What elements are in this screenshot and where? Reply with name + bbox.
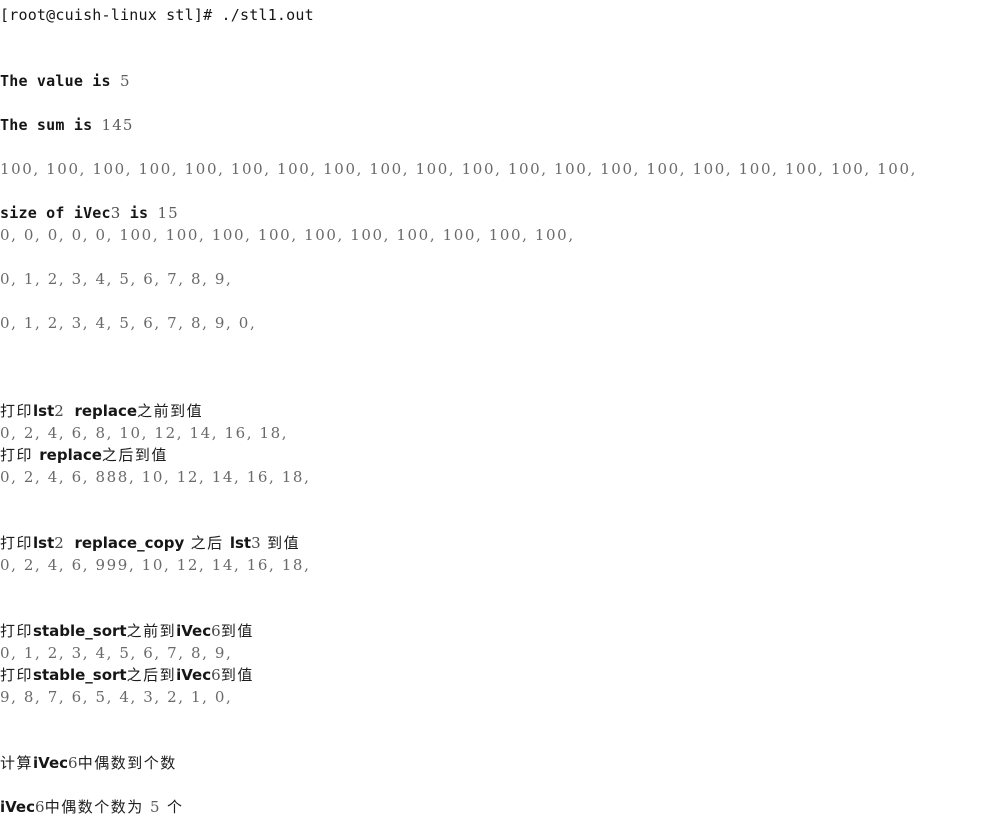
terminal-text-segment: 中偶数个数为: [44, 798, 151, 816]
terminal-text-segment: 0, 1, 2, 3, 4, 5, 6, 7, 8, 9, 0,: [0, 314, 257, 332]
terminal-line: 0, 0, 0, 0, 0, 100, 100, 100, 100, 100, …: [0, 224, 575, 246]
terminal-text-segment: 145: [101, 116, 134, 134]
terminal-line: [root@cuish-linux stl]# ./stl1.out: [0, 4, 314, 26]
terminal-text-segment: 15: [157, 204, 179, 222]
terminal-text-segment: 打印: [0, 622, 34, 640]
terminal-text-segment: 打印: [0, 534, 34, 552]
terminal-text-segment: 0, 1, 2, 3, 4, 5, 6, 7, 8, 9,: [0, 644, 233, 662]
terminal-text-segment: 之后到值: [101, 446, 168, 464]
terminal-line: 打印stable_sort之前到iVec6到值: [0, 620, 254, 642]
terminal-text-segment: replace: [39, 446, 102, 464]
terminal-text-segment: replace_copy: [64, 534, 185, 552]
terminal-text-segment: replace: [64, 402, 138, 420]
terminal-text-segment: 6: [68, 754, 78, 772]
terminal-line: 0, 1, 2, 3, 4, 5, 6, 7, 8, 9, 0,: [0, 312, 256, 334]
terminal-line: The sum is 145: [0, 114, 133, 136]
terminal-line: 打印stable_sort之后到iVec6到值: [0, 664, 254, 686]
terminal-text-segment: The value is: [0, 72, 120, 90]
terminal-text-segment: 2: [54, 534, 65, 552]
terminal-text-segment: 6: [211, 666, 221, 684]
terminal-line: 0, 2, 4, 6, 8, 10, 12, 14, 16, 18,: [0, 422, 288, 444]
terminal-line: 9, 8, 7, 6, 5, 4, 3, 2, 1, 0,: [0, 686, 232, 708]
terminal-text-segment: 打印: [0, 402, 34, 420]
terminal-text-segment: is: [120, 204, 158, 222]
terminal-text-segment: 5: [120, 72, 131, 90]
terminal-line: The value is 5: [0, 70, 131, 92]
terminal-line: size of iVec3 is 15: [0, 202, 179, 224]
terminal-text-segment: iVec: [0, 798, 35, 816]
terminal-text-segment: size of iVec: [0, 204, 111, 222]
terminal-text-segment: lst: [33, 402, 55, 420]
terminal-text-segment: 6: [211, 622, 221, 640]
terminal-text-segment: lst: [229, 534, 252, 552]
terminal-text-segment: lst: [33, 534, 55, 552]
terminal-line: 打印 replace之后到值: [0, 444, 168, 466]
terminal-text-segment: iVec: [176, 666, 212, 684]
terminal-text-segment: 3: [251, 534, 261, 552]
terminal-text-segment: 0, 2, 4, 6, 999, 10, 12, 14, 16, 18,: [0, 556, 311, 574]
terminal-text-segment: 之后到: [126, 666, 177, 684]
terminal-text-segment: 打印: [0, 446, 40, 464]
terminal-text-segment: [root@cuish-linux stl]# ./stl1.out: [0, 6, 314, 24]
terminal-line: 0, 2, 4, 6, 999, 10, 12, 14, 16, 18,: [0, 554, 310, 576]
terminal-line: 打印lst2 replace之前到值: [0, 400, 203, 422]
terminal-line: 计算iVec6中偶数到个数: [0, 752, 177, 774]
terminal-text-segment: The sum is: [0, 116, 102, 134]
terminal-text-segment: 5: [150, 798, 161, 816]
terminal-output-window[interactable]: [root@cuish-linux stl]# ./stl1.out The va…: [0, 0, 995, 836]
terminal-text-segment: 9, 8, 7, 6, 5, 4, 3, 2, 1, 0,: [0, 688, 233, 706]
terminal-text-segment: 0, 0, 0, 0, 0, 100, 100, 100, 100, 100, …: [0, 226, 575, 244]
terminal-text-segment: iVec: [33, 754, 69, 772]
terminal-text-segment: 打印: [0, 666, 34, 684]
terminal-text-segment: 0, 2, 4, 6, 8, 10, 12, 14, 16, 18,: [0, 424, 289, 442]
terminal-text-segment: 6: [35, 798, 45, 816]
terminal-text-segment: stable_sort: [33, 666, 127, 684]
terminal-text-segment: iVec: [176, 622, 212, 640]
terminal-text-segment: 2: [54, 402, 65, 420]
terminal-text-segment: 到值: [220, 666, 254, 684]
terminal-text-segment: stable_sort: [33, 622, 127, 640]
terminal-text-segment: 之前到值: [137, 402, 204, 420]
terminal-text-segment: 中偶数到个数: [77, 754, 177, 772]
terminal-line: iVec6中偶数个数为 5 个: [0, 796, 183, 818]
terminal-line: 0, 1, 2, 3, 4, 5, 6, 7, 8, 9,: [0, 642, 232, 664]
terminal-text-segment: 0, 1, 2, 3, 4, 5, 6, 7, 8, 9,: [0, 270, 233, 288]
terminal-text-segment: 0, 2, 4, 6, 888, 10, 12, 14, 16, 18,: [0, 468, 311, 486]
terminal-line: 0, 1, 2, 3, 4, 5, 6, 7, 8, 9,: [0, 268, 232, 290]
terminal-text-segment: 计算: [0, 754, 34, 772]
terminal-text-segment: 之后: [184, 534, 230, 552]
terminal-line: 100, 100, 100, 100, 100, 100, 100, 100, …: [0, 158, 917, 180]
terminal-text-segment: 到值: [220, 622, 254, 640]
terminal-text-segment: 3: [110, 204, 121, 222]
terminal-text-segment: 个: [160, 798, 184, 816]
terminal-line: 0, 2, 4, 6, 888, 10, 12, 14, 16, 18,: [0, 466, 310, 488]
terminal-line: 打印lst2 replace_copy 之后 lst3 到值: [0, 532, 300, 554]
terminal-text-segment: 之前到: [126, 622, 177, 640]
terminal-text-segment: 到值: [260, 534, 301, 552]
terminal-text-segment: 100, 100, 100, 100, 100, 100, 100, 100, …: [0, 160, 917, 178]
